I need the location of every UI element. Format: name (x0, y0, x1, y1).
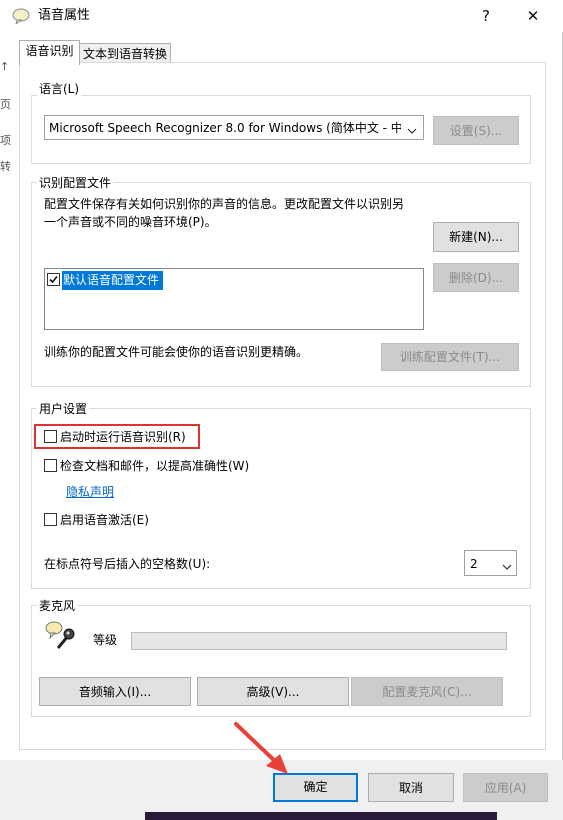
settings-button[interactable]: 设置(S)... (433, 116, 519, 145)
annotation-highlight-box (34, 424, 200, 449)
spaces-select[interactable]: 2 (464, 550, 517, 576)
chevron-down-icon (407, 124, 417, 134)
voice-activation-checkbox[interactable] (44, 513, 57, 526)
background-window-strip (145, 812, 497, 820)
advanced-button[interactable]: 高级(V)... (197, 677, 349, 706)
recognition-profiles-group-title: 识别配置文件 (37, 176, 114, 190)
audio-input-button[interactable]: 音频输入(I)... (39, 677, 191, 706)
configure-microphone-button[interactable]: 配置麦克风(C)... (351, 677, 503, 706)
profiles-description-line1: 配置文件保存有关如何识别你的声音的信息。更改配置文件以识别另 (44, 197, 405, 211)
language-group-title: 语言(L) (37, 82, 82, 96)
annotation-arrow-icon (228, 718, 298, 778)
review-docs-checkbox[interactable] (44, 459, 57, 472)
training-text: 训练你的配置文件可能会使你的语音识别更精确。 (44, 345, 309, 359)
profile-checkbox[interactable] (47, 273, 60, 286)
profiles-description-line2: 一个声音或不同的噪音环境(P)。 (44, 215, 217, 229)
tab-label: 文本到语音转换 (82, 47, 167, 61)
apply-button[interactable]: 应用(A) (463, 773, 548, 802)
recognizer-select-value: Microsoft Speech Recognizer 8.0 for Wind… (49, 121, 401, 135)
background-edge-glyph: 页 (0, 98, 11, 111)
microphone-icon (44, 620, 76, 652)
review-docs-label: 检查文档和邮件，以提高准确性(W) (60, 459, 250, 473)
window-title: 语音属性 (38, 8, 91, 23)
new-profile-button[interactable]: 新建(N)... (433, 222, 519, 252)
tab-label: 语音识别 (25, 44, 74, 58)
recognizer-select[interactable]: Microsoft Speech Recognizer 8.0 for Wind… (44, 115, 424, 140)
background-edge-glyph: 项 (0, 134, 11, 147)
review-docs-row[interactable]: 检查文档和邮件，以提高准确性(W) (44, 458, 254, 474)
delete-profile-button[interactable]: 删除(D)... (433, 263, 519, 292)
spaces-select-value: 2 (470, 557, 478, 571)
cancel-button[interactable]: 取消 (368, 773, 454, 802)
user-settings-group-title: 用户设置 (37, 402, 90, 416)
profiles-list[interactable]: 默认语音配置文件 (44, 268, 424, 330)
tab-speech-recognition[interactable]: 语音识别 (19, 40, 80, 65)
microphone-group-title: 麦克风 (37, 599, 78, 613)
privacy-link[interactable]: 隐私声明 (66, 485, 114, 499)
background-edge-glyph: 转 (0, 160, 11, 173)
speech-properties-dialog: ↑ 页 项 转 语音属性 ? ✕ 语音识别 文本到语音转换 语言(L) Micr… (0, 0, 563, 820)
background-edge-glyph: ↑ (0, 60, 10, 73)
voice-activation-row[interactable]: 启用语音激活(E) (44, 512, 154, 528)
level-meter (131, 632, 507, 650)
help-button[interactable]: ? (463, 0, 509, 32)
train-profile-button[interactable]: 训练配置文件(T)... (381, 343, 519, 371)
profile-label: 默认语音配置文件 (62, 271, 164, 290)
speech-properties-icon (12, 8, 30, 26)
close-button[interactable]: ✕ (510, 0, 556, 32)
list-item[interactable]: 默认语音配置文件 (46, 270, 167, 291)
title-bar: 语音属性 ? ✕ (0, 0, 563, 32)
level-label: 等级 (93, 633, 118, 647)
voice-activation-label: 启用语音激活(E) (60, 513, 149, 527)
chevron-down-icon (502, 560, 512, 570)
spaces-label: 在标点符号后插入的空格数(U): (44, 557, 211, 571)
